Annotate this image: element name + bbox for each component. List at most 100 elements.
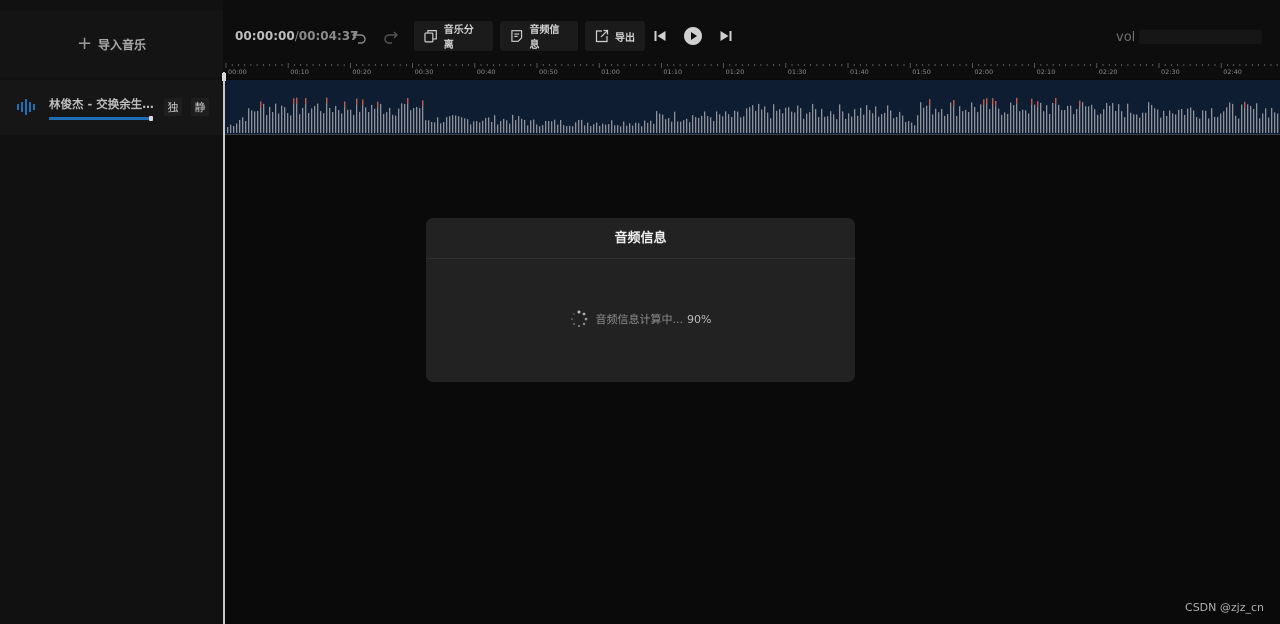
waveform-bar xyxy=(638,123,640,133)
waveform-bar xyxy=(524,120,526,133)
waveform-bar xyxy=(941,109,943,133)
waveform-bar xyxy=(623,121,625,133)
waveform-bar xyxy=(1262,113,1264,133)
waveform-bar xyxy=(998,108,1000,133)
waveform-bar xyxy=(1277,113,1279,133)
waveform-bar xyxy=(692,115,694,133)
waveform-bar xyxy=(821,108,823,133)
waveform-bar xyxy=(287,113,289,133)
waveform-bar xyxy=(809,112,811,133)
waveform-bar xyxy=(656,111,658,133)
waveform-bar xyxy=(695,117,697,133)
master-volume-slider[interactable] xyxy=(1139,30,1262,44)
waveform-bar xyxy=(584,125,586,133)
waveform-bar xyxy=(1142,112,1144,133)
sidebar: + 导入音乐 林俊杰 - 交换余生.mp3 独 静 xyxy=(0,0,223,624)
audio-info-button[interactable]: 音频信息 xyxy=(500,21,578,51)
undo-button[interactable] xyxy=(348,25,370,47)
waveform-bar xyxy=(563,125,565,133)
waveform-bar xyxy=(884,112,886,133)
waveform-bar xyxy=(887,105,889,133)
waveform-bar xyxy=(1010,102,1012,133)
waveform-bar xyxy=(626,125,628,133)
waveform-bar xyxy=(824,116,826,133)
track-header[interactable]: 林俊杰 - 交换余生.mp3 独 静 xyxy=(0,80,223,135)
waveform-bar xyxy=(803,118,805,133)
waveform-bar xyxy=(1205,110,1207,133)
waveform-bar xyxy=(725,111,727,133)
playhead[interactable] xyxy=(223,72,225,624)
waveform-bar xyxy=(641,126,643,133)
waveform-bar xyxy=(1121,111,1123,133)
waveform-bar xyxy=(1001,114,1003,133)
waveform-bar xyxy=(860,107,862,133)
waveform-bar xyxy=(1124,117,1126,133)
waveform-bar xyxy=(704,111,706,133)
waveform-bar xyxy=(737,111,739,133)
waveform-bar xyxy=(902,115,904,133)
import-music-button[interactable]: + 导入音乐 xyxy=(0,10,223,78)
waveform-bar xyxy=(833,114,835,133)
waveform-bar xyxy=(1004,112,1006,133)
waveform-peak xyxy=(1055,98,1057,104)
waveform-bar xyxy=(329,107,331,133)
music-separation-button[interactable]: 音乐分离 xyxy=(414,21,493,51)
waveform-bar xyxy=(683,120,685,133)
waveform-bar xyxy=(254,111,256,133)
waveform-peak xyxy=(293,98,295,105)
waveform-bar xyxy=(242,117,244,133)
waveform-bar xyxy=(1115,111,1117,133)
waveform-bar xyxy=(308,112,310,133)
waveform-bar xyxy=(413,108,415,133)
waveform-bar xyxy=(1013,105,1015,133)
mute-button[interactable]: 静 xyxy=(191,98,209,116)
solo-button[interactable]: 独 xyxy=(164,98,182,116)
ruler-label: 02:00 xyxy=(974,68,994,76)
waveform-bar xyxy=(1073,114,1075,133)
waveform-bar xyxy=(1139,117,1141,133)
waveform-bar xyxy=(278,113,280,133)
waveform-bar xyxy=(425,120,427,133)
waveform-bar xyxy=(380,103,382,133)
waveform-bar xyxy=(233,126,235,133)
redo-button[interactable] xyxy=(380,25,402,47)
skip-forward-button[interactable] xyxy=(715,25,737,47)
waveform-bar xyxy=(416,107,418,133)
waveform-bar xyxy=(728,114,730,133)
timeline-ruler[interactable]: 00:00 00:10 00:20 00:30 00:40 00:50 01:00 01:10… xyxy=(225,63,1280,79)
waveform-bar xyxy=(1163,110,1165,133)
track-volume-handle[interactable] xyxy=(149,116,153,121)
skip-back-button[interactable] xyxy=(649,25,671,47)
waveform-peak xyxy=(362,99,364,106)
ruler-label: 01:30 xyxy=(787,68,807,76)
playhead-handle[interactable] xyxy=(222,73,226,81)
waveform-bar xyxy=(320,111,322,133)
waveform-bar xyxy=(548,121,550,133)
waveform-bar xyxy=(617,125,619,133)
waveform-bar xyxy=(653,123,655,133)
waveform-peak xyxy=(992,98,994,105)
play-button[interactable] xyxy=(682,25,704,47)
waveform-track[interactable] xyxy=(225,80,1280,135)
waveform-bar xyxy=(275,103,277,133)
waveform-bar xyxy=(899,111,901,133)
waveform-bar xyxy=(677,121,679,133)
waveform-bar xyxy=(707,116,709,133)
waveform-bar xyxy=(467,119,469,133)
waveform-bar xyxy=(1190,107,1192,133)
copy-icon xyxy=(424,30,437,43)
waveform-bar xyxy=(1229,102,1231,133)
waveform-bar xyxy=(515,120,517,133)
waveform-peak xyxy=(305,98,307,105)
export-button[interactable]: 导出 xyxy=(585,21,645,51)
waveform-bar xyxy=(842,111,844,133)
waveform-bar xyxy=(518,116,520,133)
waveform-bar xyxy=(893,118,895,133)
waveform-bar xyxy=(611,120,613,133)
waveform-bar xyxy=(1238,118,1240,133)
waveform-bar xyxy=(947,114,949,133)
waveform-bar xyxy=(734,110,736,133)
waveform-bar xyxy=(932,114,934,133)
track-volume-slider[interactable] xyxy=(49,116,153,121)
waveform-peak xyxy=(407,98,409,105)
